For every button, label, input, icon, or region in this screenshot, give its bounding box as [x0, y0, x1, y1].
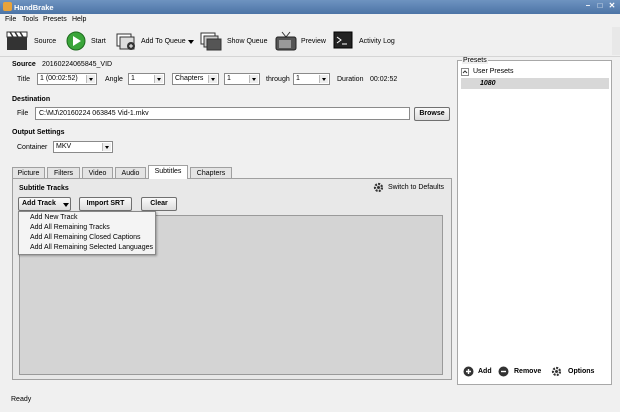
- destination-heading: Destination: [12, 96, 51, 103]
- add-track-dropdown-menu: Add New Track Add All Remaining Tracks A…: [18, 211, 156, 255]
- chevron-down-icon: [86, 75, 95, 83]
- source-button[interactable]: Source: [4, 30, 59, 54]
- show-queue-button[interactable]: Show Queue: [200, 30, 270, 54]
- status-bar: Ready: [0, 387, 620, 412]
- chevron-down-icon: [154, 75, 163, 83]
- preview-button[interactable]: Preview: [275, 30, 330, 54]
- menu-file[interactable]: File: [5, 16, 16, 23]
- tv-icon: [275, 31, 297, 51]
- toolbar: Source Start Add To Queue Show Queue Pre…: [0, 27, 620, 57]
- chevron-down-icon: [102, 143, 111, 151]
- menu-item-add-all-remaining-tracks[interactable]: Add All Remaining Tracks: [30, 224, 110, 231]
- presets-heading: Presets: [462, 57, 488, 64]
- main-panel: Source 20160224065845_VID Title 1 (00:02…: [0, 57, 452, 387]
- switch-to-defaults-button[interactable]: Switch to Defaults: [373, 182, 449, 194]
- duration-label: Duration: [337, 76, 364, 83]
- gear-icon: [551, 366, 562, 377]
- preset-options-button[interactable]: Options: [551, 366, 601, 378]
- container-label: Container: [17, 144, 48, 151]
- menu-item-add-new-track[interactable]: Add New Track: [30, 214, 77, 221]
- subtitles-panel: Subtitle Tracks Switch to Defaults Add T…: [12, 178, 452, 380]
- range-type-select[interactable]: Chapters: [172, 73, 219, 85]
- chevron-down-icon: [319, 75, 328, 83]
- terminal-icon: [333, 31, 353, 49]
- menu-presets[interactable]: Presets: [43, 16, 67, 23]
- queue-icon: [200, 32, 222, 51]
- handbrake-app-icon: [3, 2, 12, 11]
- window-title: HandBrake: [14, 3, 54, 12]
- minus-circle-icon: [498, 366, 509, 377]
- title-bar: HandBrake – □ ✕: [0, 0, 620, 14]
- presets-group: Presets User Presets 1080 Add Remove Opt…: [457, 57, 612, 385]
- status-text: Ready: [11, 396, 32, 403]
- remove-preset-button[interactable]: Remove: [498, 366, 546, 378]
- angle-label: Angle: [105, 76, 123, 83]
- start-button[interactable]: Start: [64, 30, 109, 54]
- file-label: File: [17, 110, 29, 117]
- destination-file-input[interactable]: C:\MJ\20160224 063845 Vid-1.mkv: [35, 107, 410, 120]
- toolbar-scrollbar[interactable]: [612, 27, 620, 55]
- browse-button[interactable]: Browse: [414, 107, 450, 121]
- through-label: through: [266, 76, 290, 83]
- title-label: Title: [17, 76, 30, 83]
- film-clapper-icon: [6, 31, 28, 50]
- output-settings-heading: Output Settings: [12, 129, 65, 136]
- activity-log-button[interactable]: Activity Log: [333, 30, 398, 54]
- add-preset-button[interactable]: Add: [463, 366, 495, 378]
- source-heading: Source: [12, 61, 36, 68]
- menu-help[interactable]: Help: [72, 16, 86, 23]
- tab-subtitles[interactable]: Subtitles: [148, 165, 188, 179]
- preset-item-1080[interactable]: 1080: [461, 78, 609, 89]
- menu-tools[interactable]: Tools: [22, 16, 38, 23]
- close-button[interactable]: ✕: [607, 2, 617, 11]
- range-start-select[interactable]: 1: [224, 73, 260, 85]
- clear-button[interactable]: Clear: [141, 197, 177, 211]
- gear-icon: [373, 182, 384, 193]
- import-srt-button[interactable]: Import SRT: [79, 197, 132, 211]
- add-track-button[interactable]: Add Track: [18, 197, 71, 211]
- angle-select[interactable]: 1: [128, 73, 165, 85]
- presets-panel: Presets User Presets 1080 Add Remove Opt…: [455, 57, 615, 387]
- menu-item-add-all-remaining-selected-languages[interactable]: Add All Remaining Selected Languages: [30, 244, 153, 251]
- collapse-icon: [461, 68, 469, 76]
- minimize-button[interactable]: –: [583, 2, 593, 11]
- title-select[interactable]: 1 (00:02:52): [37, 73, 97, 85]
- play-icon: [66, 31, 86, 51]
- add-queue-icon: [116, 33, 135, 50]
- menu-item-add-all-remaining-closed-captions[interactable]: Add All Remaining Closed Captions: [30, 234, 141, 241]
- plus-circle-icon: [463, 366, 474, 377]
- range-end-select[interactable]: 1: [293, 73, 330, 85]
- chevron-down-icon: [208, 75, 217, 83]
- subtitle-tracks-heading: Subtitle Tracks: [19, 185, 69, 192]
- chevron-down-icon: [63, 203, 69, 207]
- chevron-down-icon: [249, 75, 258, 83]
- maximize-button[interactable]: □: [595, 2, 605, 11]
- container-select[interactable]: MKV: [53, 141, 113, 153]
- menu-bar: File Tools Presets Help: [0, 14, 620, 27]
- preset-group-user[interactable]: User Presets: [461, 67, 609, 77]
- duration-value: 00:02:52: [370, 76, 398, 83]
- chevron-down-icon: [188, 40, 194, 44]
- add-to-queue-button[interactable]: Add To Queue: [114, 30, 196, 54]
- source-name: 20160224065845_VID: [42, 61, 113, 68]
